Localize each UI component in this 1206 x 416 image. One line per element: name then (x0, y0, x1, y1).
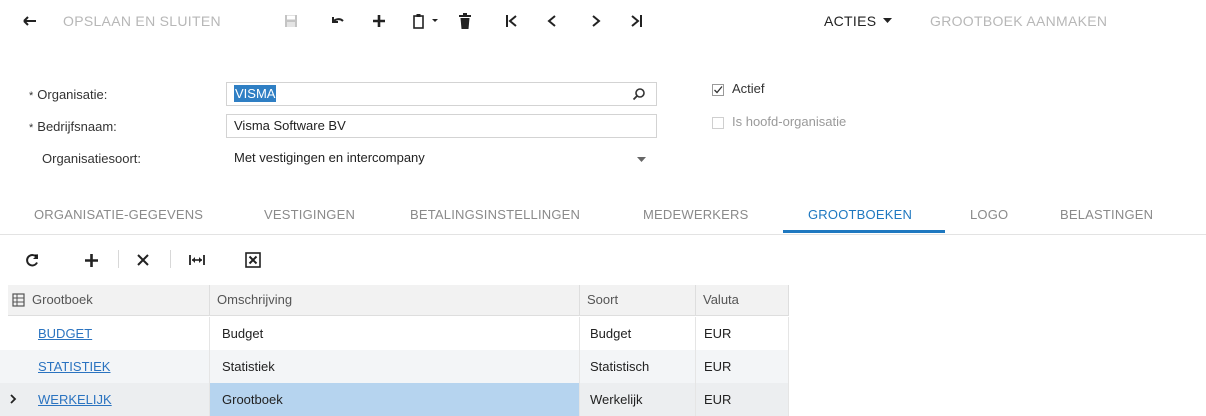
add-row-icon[interactable] (79, 248, 103, 272)
tab-branches[interactable]: VESTIGINGEN (264, 207, 355, 222)
row-indicator (0, 383, 30, 416)
column-chooser-icon[interactable] (12, 293, 25, 307)
add-icon[interactable] (368, 10, 390, 32)
previous-record-icon[interactable] (542, 10, 562, 32)
main-toolbar: OPSLAAN EN SLUITEN ACTIES GROOTBOEK AANM… (0, 0, 1206, 44)
currency-cell: EUR (696, 383, 789, 416)
actions-label: ACTIES (824, 13, 877, 29)
last-record-icon[interactable] (626, 10, 646, 32)
ledger-cell[interactable]: WERKELIJK (30, 383, 210, 416)
next-record-icon[interactable] (586, 10, 606, 32)
ledger-link[interactable]: WERKELIJK (38, 392, 112, 407)
type-cell: Budget (580, 317, 696, 350)
toolbar-separator (118, 250, 119, 268)
row-indicator (0, 350, 30, 383)
type-cell: Werkelijk (580, 383, 696, 416)
undo-icon[interactable] (327, 10, 349, 32)
search-icon[interactable] (632, 87, 646, 101)
row-indicator (0, 317, 30, 350)
refresh-icon[interactable] (20, 248, 44, 272)
column-header-type[interactable]: Soort (580, 285, 696, 316)
tab-organisation-details[interactable]: ORGANISATIE-GEGEVENS (34, 207, 203, 222)
company-input[interactable]: Visma Software BV (226, 114, 657, 138)
tab-logo[interactable]: LOGO (970, 207, 1008, 222)
organisation-label: * Organisatie: (29, 87, 108, 102)
tab-taxes[interactable]: BELASTINGEN (1060, 207, 1153, 222)
actions-menu[interactable]: ACTIES (824, 10, 893, 32)
description-cell: Budget (210, 317, 580, 350)
head-org-checkbox[interactable] (712, 117, 724, 129)
save-icon[interactable] (281, 10, 301, 32)
clipboard-dropdown-icon[interactable] (410, 10, 444, 32)
export-excel-icon[interactable] (241, 248, 265, 272)
tab-ledgers[interactable]: GROOTBOEKEN (808, 207, 912, 222)
organisation-value: VISMA (234, 85, 277, 102)
type-cell: Statistisch (580, 350, 696, 383)
chevron-down-icon (637, 157, 646, 162)
grid-toolbar (0, 240, 1206, 280)
orgtype-label: Organisatiesoort: (42, 151, 141, 166)
ledger-link[interactable]: STATISTIEK (38, 359, 110, 374)
back-icon[interactable] (20, 10, 40, 32)
chevron-down-icon (883, 18, 893, 23)
column-header-currency[interactable]: Valuta (696, 285, 789, 316)
tab-bar: ORGANISATIE-GEGEVENS VESTIGINGEN BETALIN… (0, 200, 1206, 235)
delete-icon[interactable] (455, 10, 475, 32)
create-ledger-button[interactable]: GROOTBOEK AANMAKEN (930, 10, 1107, 32)
column-header-description[interactable]: Omschrijving (210, 285, 580, 316)
company-label: * Bedrijfsnaam: (29, 119, 117, 134)
head-org-label: Is hoofd-organisatie (732, 114, 847, 129)
fit-columns-icon[interactable] (185, 248, 209, 272)
active-checkbox[interactable] (712, 84, 724, 96)
current-row-chevron-icon (10, 394, 17, 404)
ledger-link[interactable]: BUDGET (38, 326, 92, 341)
description-cell: Statistiek (210, 350, 580, 383)
organisation-input[interactable]: VISMA (226, 82, 657, 106)
ledger-cell[interactable]: BUDGET (30, 317, 210, 350)
column-header-ledger[interactable]: Grootboek (8, 285, 210, 316)
tab-payment-settings[interactable]: BETALINGSINSTELLINGEN (410, 207, 580, 222)
first-record-icon[interactable] (502, 10, 522, 32)
orgtype-select[interactable]: Met vestigingen en intercompany (226, 146, 657, 170)
save-close-button[interactable]: OPSLAAN EN SLUITEN (63, 10, 221, 32)
active-label: Actief (732, 81, 765, 96)
active-tab-indicator (783, 230, 945, 233)
description-cell[interactable]: Grootboek (210, 383, 580, 416)
check-icon (714, 86, 723, 94)
currency-cell: EUR (696, 317, 789, 350)
delete-row-icon[interactable] (131, 248, 155, 272)
orgtype-value: Met vestigingen en intercompany (234, 150, 425, 165)
tab-employees[interactable]: MEDEWERKERS (643, 207, 749, 222)
ledger-cell[interactable]: STATISTIEK (30, 350, 210, 383)
currency-cell: EUR (696, 350, 789, 383)
toolbar-separator (170, 250, 171, 268)
